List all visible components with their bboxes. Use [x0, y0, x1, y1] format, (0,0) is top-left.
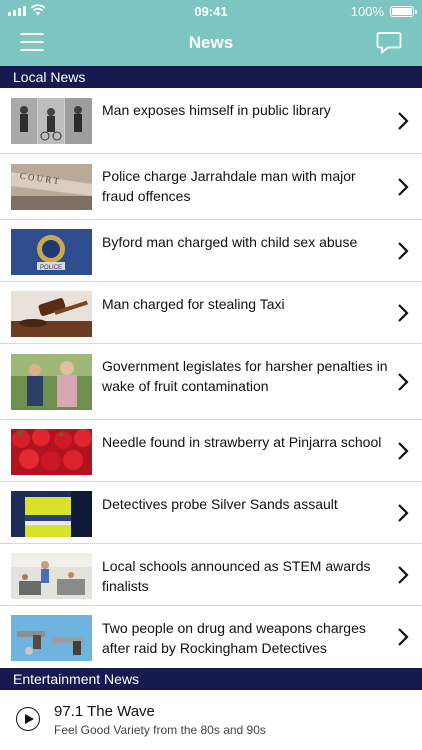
status-bar: 09:41 100%	[0, 0, 422, 22]
chevron-right-icon	[398, 628, 409, 646]
news-item[interactable]: Government legislates for harsher penalt…	[0, 344, 422, 420]
section-header-entertainment-news: Entertainment News	[0, 668, 422, 690]
news-headline: Man exposes himself in public library	[102, 102, 331, 118]
news-thumbnail-police-vest	[11, 491, 92, 537]
section-header-local-news: Local News	[0, 66, 422, 88]
news-thumbnail-strawberries	[11, 429, 92, 475]
news-item[interactable]: Detectives probe Silver Sands assault	[0, 482, 422, 544]
news-headline: Government legislates for harsher penalt…	[102, 358, 388, 394]
news-headline: Detectives probe Silver Sands assault	[102, 496, 338, 512]
battery-icon	[390, 6, 417, 17]
news-thumbnail-court: C O U R T	[11, 164, 92, 210]
chevron-right-icon	[398, 112, 409, 130]
page-title: News	[188, 33, 234, 52]
news-list: Man exposes himself in public library C …	[0, 88, 422, 668]
news-thumbnail-cctv	[11, 98, 92, 144]
news-thumbnail-two-men	[11, 354, 92, 410]
chevron-right-icon	[398, 566, 409, 584]
chevron-right-icon	[398, 442, 409, 460]
news-item[interactable]: Man exposes himself in public library	[0, 88, 422, 154]
news-thumbnail-gavel	[11, 291, 92, 337]
news-item[interactable]: Needle found in strawberry at Pinjarra s…	[0, 420, 422, 482]
chevron-right-icon	[398, 242, 409, 260]
chevron-right-icon	[398, 178, 409, 196]
news-headline: Local schools announced as STEM awards f…	[102, 558, 371, 594]
news-headline: Man charged for stealing Taxi	[102, 296, 285, 312]
station-tagline: Feel Good Variety from the 80s and 90s	[54, 723, 266, 737]
news-item[interactable]: POLICE Byford man charged with child sex…	[0, 220, 422, 282]
news-item[interactable]: Man charged for stealing Taxi	[0, 282, 422, 344]
news-headline: Needle found in strawberry at Pinjarra s…	[102, 434, 382, 450]
news-item[interactable]: Local schools announced as STEM awards f…	[0, 544, 422, 606]
news-thumbnail-classroom	[11, 553, 92, 599]
chevron-right-icon	[398, 304, 409, 322]
news-item[interactable]: C O U R T Police charge Jarrahdale man w…	[0, 154, 422, 220]
svg-text:POLICE: POLICE	[40, 265, 62, 271]
news-headline: Byford man charged with child sex abuse	[102, 234, 358, 250]
play-icon[interactable]	[16, 707, 40, 731]
news-thumbnail-police-badge: POLICE	[11, 229, 92, 275]
radio-player[interactable]: 97.1 The Wave Feel Good Variety from the…	[0, 690, 422, 750]
navigation-bar: News	[0, 22, 422, 66]
chevron-right-icon	[398, 504, 409, 522]
news-item[interactable]: Two people on drug and weapons charges a…	[0, 606, 422, 668]
news-thumbnail-seized-guns	[11, 615, 92, 661]
station-name: 97.1 The Wave	[54, 703, 155, 720]
chat-bubble-icon[interactable]	[376, 31, 402, 55]
top-bar: 09:41 100% News	[0, 0, 422, 66]
news-headline: Police charge Jarrahdale man with major …	[102, 168, 356, 204]
battery-percentage: 100%	[350, 4, 384, 19]
news-headline: Two people on drug and weapons charges a…	[102, 620, 366, 656]
chevron-right-icon	[398, 373, 409, 391]
